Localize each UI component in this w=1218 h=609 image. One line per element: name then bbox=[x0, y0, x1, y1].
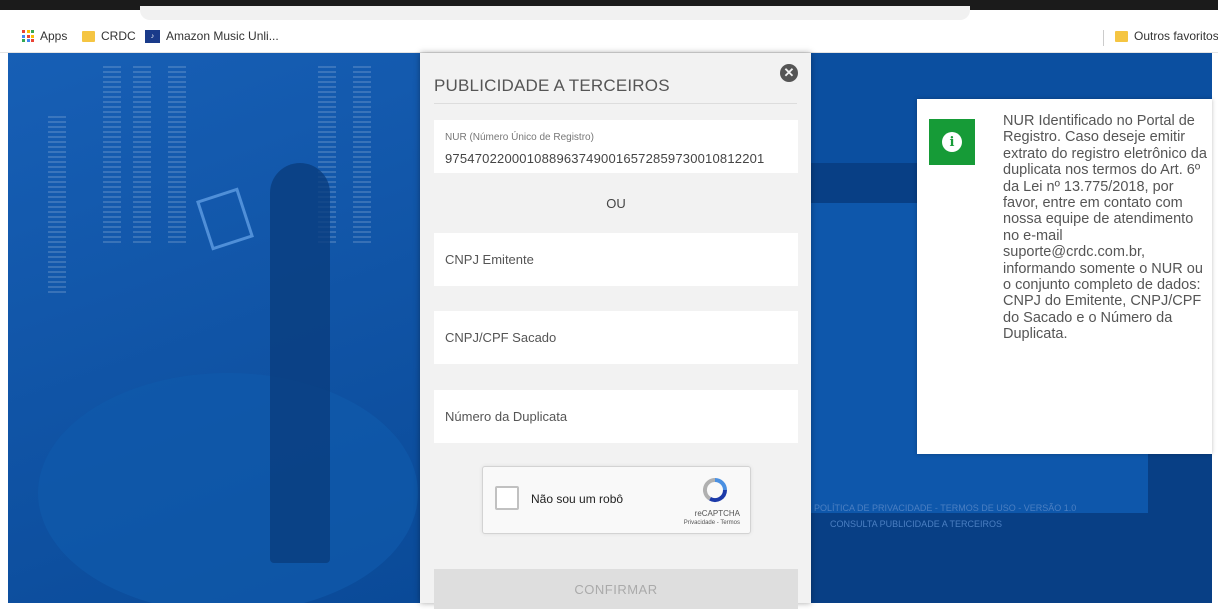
cnpj-sacado-input[interactable] bbox=[434, 311, 798, 364]
bookmark-apps[interactable]: Apps bbox=[22, 29, 67, 43]
bookmark-amazon-music[interactable]: ♪ Amazon Music Unli... bbox=[145, 29, 279, 43]
background-footer-sub: CONSULTA PUBLICIDADE A TERCEIROS bbox=[830, 519, 1003, 529]
server-rack-shape bbox=[168, 63, 186, 243]
recaptcha-icon bbox=[702, 478, 727, 503]
server-rack-shape bbox=[48, 113, 66, 293]
person-silhouette bbox=[270, 163, 330, 563]
bookmark-crdc[interactable]: CRDC bbox=[82, 29, 136, 43]
recaptcha-label: Não sou um robô bbox=[531, 492, 624, 506]
bookmarks-bar: Apps CRDC ♪ Amazon Music Unli... Outros … bbox=[0, 22, 1218, 53]
cnpj-sacado-field[interactable] bbox=[434, 311, 798, 364]
platform-shape bbox=[38, 373, 418, 603]
page-edge bbox=[0, 53, 8, 603]
folder-icon bbox=[1115, 30, 1128, 42]
nur-value: 9754702200010889637490016572859730010812… bbox=[445, 151, 765, 166]
cnpj-emitente-input[interactable] bbox=[434, 233, 798, 286]
server-rack-shape bbox=[353, 63, 371, 243]
info-icon: i bbox=[942, 132, 962, 152]
apps-grid-icon bbox=[22, 30, 34, 42]
numero-duplicata-input[interactable] bbox=[434, 390, 798, 443]
folder-icon bbox=[82, 30, 95, 42]
nur-field[interactable]: NUR (Número Único de Registro) 975470220… bbox=[434, 120, 798, 173]
amazon-music-icon: ♪ bbox=[145, 29, 160, 43]
address-bar-edge[interactable] bbox=[140, 6, 970, 20]
modal-title: PUBLICIDADE A TERCEIROS bbox=[434, 76, 670, 95]
bookmark-other-favorites[interactable]: Outros favoritos bbox=[1115, 29, 1218, 43]
page-edge bbox=[1212, 53, 1218, 603]
nur-label: NUR (Número Único de Registro) bbox=[445, 132, 594, 143]
recaptcha-brand: reCAPTCHA bbox=[694, 509, 740, 518]
bookmark-apps-label: Apps bbox=[40, 29, 68, 43]
close-icon[interactable]: ✕ bbox=[780, 64, 798, 82]
recaptcha-checkbox[interactable] bbox=[495, 486, 519, 510]
publicidade-modal: PUBLICIDADE A TERCEIROS ✕ NUR (Número Ún… bbox=[420, 53, 811, 609]
toast-icon-box: i bbox=[929, 119, 975, 165]
info-toast: i NUR Identificado no Portal de Registro… bbox=[917, 99, 1212, 454]
bookmark-amazon-music-label: Amazon Music Unli... bbox=[166, 29, 279, 43]
toast-message: NUR Identificado no Portal de Registro. … bbox=[1003, 113, 1207, 343]
server-rack-shape bbox=[103, 63, 121, 243]
background-footer-links: POLÍTICA DE PRIVACIDADE - TERMOS DE USO … bbox=[814, 503, 1077, 513]
cnpj-emitente-field[interactable] bbox=[434, 233, 798, 286]
tablet-shape bbox=[196, 187, 254, 251]
other-favorites-label: Outros favoritos bbox=[1134, 29, 1218, 43]
server-rack-shape bbox=[133, 63, 151, 243]
bookmarks-separator bbox=[1103, 30, 1104, 46]
browser-top-frame bbox=[0, 0, 1218, 22]
recaptcha-widget: Não sou um robô reCAPTCHA Privacidade - … bbox=[482, 466, 751, 534]
bookmark-crdc-label: CRDC bbox=[101, 29, 136, 43]
background-illustration bbox=[8, 53, 428, 603]
numero-duplicata-field[interactable] bbox=[434, 390, 798, 443]
confirm-button[interactable]: CONFIRMAR bbox=[434, 569, 798, 609]
recaptcha-links[interactable]: Privacidade - Termos bbox=[684, 520, 740, 526]
modal-divider bbox=[434, 103, 797, 104]
or-separator: OU bbox=[606, 196, 626, 211]
